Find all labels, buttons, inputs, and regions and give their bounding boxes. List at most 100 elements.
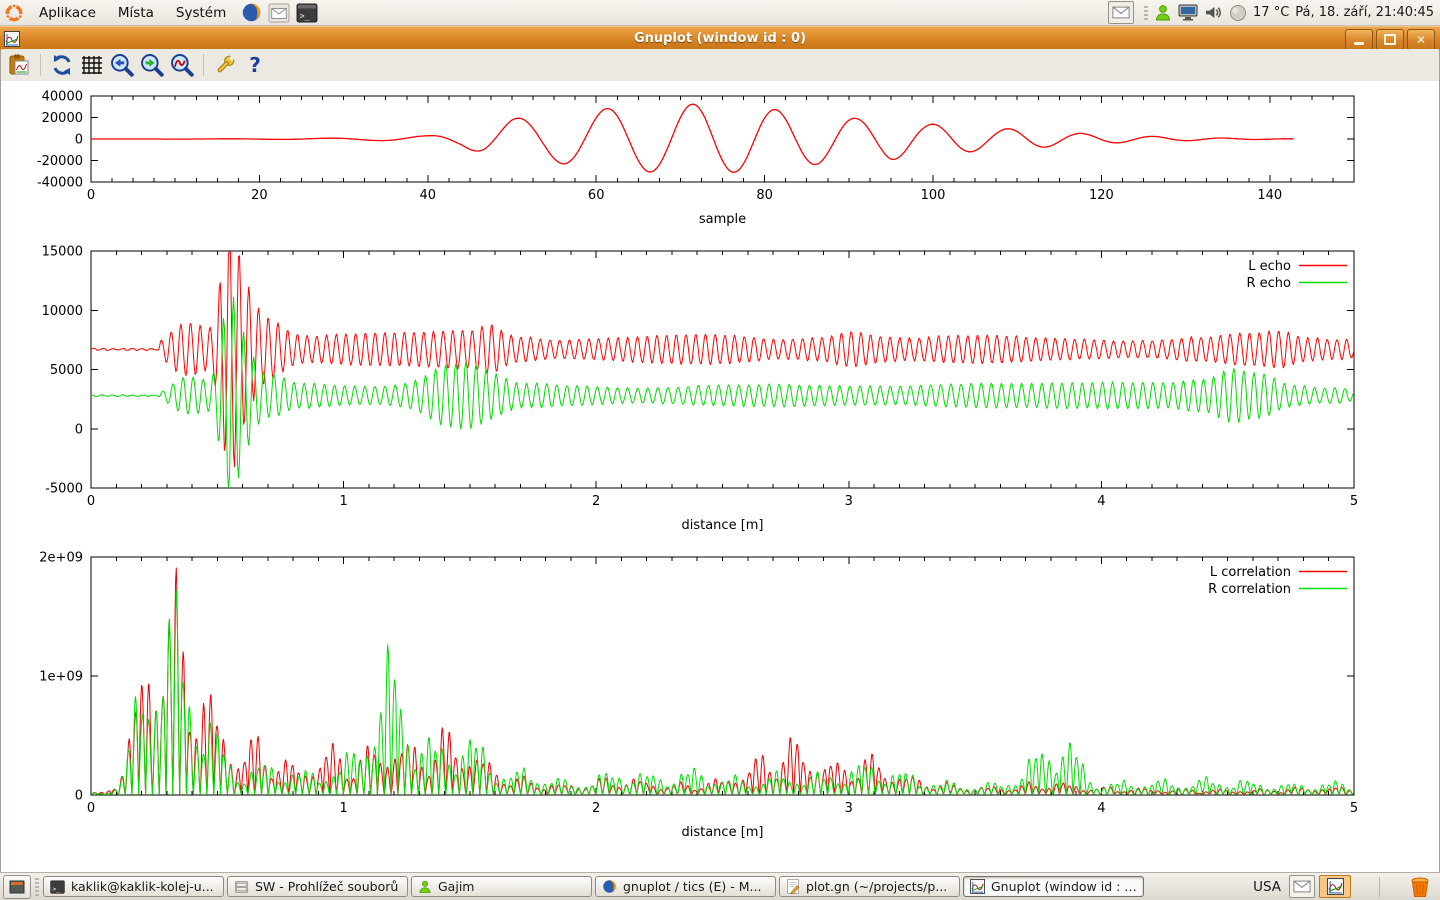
svg-text:4: 4	[1097, 801, 1105, 816]
svg-text:140: 140	[1257, 188, 1282, 203]
menu-aplikace[interactable]: Aplikace	[28, 0, 107, 25]
window-title: Gnuplot (window id : 0)	[0, 31, 1440, 46]
ubuntu-logo-icon[interactable]	[3, 2, 25, 24]
chart-0: 020406080100120140-40000-200000200004000…	[37, 90, 1354, 228]
firefox-launcher[interactable]	[240, 2, 262, 24]
svg-text:L echo: L echo	[1248, 259, 1291, 274]
svg-text:3: 3	[845, 801, 853, 816]
series-l-echo	[91, 252, 1354, 467]
zoom-previous-icon	[109, 52, 135, 78]
svg-text:2e+09: 2e+09	[39, 551, 83, 566]
clock-label[interactable]: Pá, 18. září, 21:40:45	[1295, 5, 1434, 20]
svg-text:40: 40	[420, 188, 437, 203]
svg-text:>_: >_	[53, 885, 61, 892]
file-manager-icon	[234, 880, 249, 894]
gajim-icon	[418, 880, 432, 894]
series-r-correlation	[91, 591, 1353, 795]
menu-system[interactable]: Systém	[165, 0, 237, 25]
task-label: kaklik@kaklik-kolej-u...	[71, 879, 214, 894]
weather-icon[interactable]	[1229, 4, 1247, 22]
taskbar-button-editor[interactable]: plot.gn (~/projects/p...	[779, 876, 960, 897]
autoscale-icon	[169, 52, 195, 78]
svg-text:15000: 15000	[42, 245, 83, 260]
display-icon[interactable]	[1178, 4, 1198, 21]
panel-tray: 17 °C Pá, 18. září, 21:40:45	[1108, 0, 1434, 25]
gnuplot-windowlist-button[interactable]	[1319, 875, 1351, 898]
zoom-next-icon	[139, 52, 165, 78]
chart-1: 012345-5000050001000015000distance [m]L …	[42, 245, 1359, 534]
terminal-icon: >_	[296, 3, 318, 23]
svg-text:1e+09: 1e+09	[39, 670, 83, 685]
mail-indicator-icon	[1112, 6, 1130, 19]
mail-launcher[interactable]	[268, 2, 290, 24]
zoom-previous-button[interactable]	[108, 51, 136, 79]
series-l-correlation	[91, 568, 1353, 794]
show-desktop-icon	[9, 880, 25, 894]
svg-text:40000: 40000	[42, 90, 83, 105]
gnuplot-icon	[1327, 878, 1344, 895]
svg-text:sample: sample	[699, 212, 746, 227]
copy-to-clipboard-button[interactable]	[5, 51, 33, 79]
keyboard-layout-indicator[interactable]: USA	[1253, 879, 1281, 895]
copy-to-clipboard-icon	[7, 53, 31, 77]
maximize-button[interactable]	[1376, 29, 1404, 50]
series-r-echo	[91, 297, 1354, 487]
chart-2: 01234501e+092e+09distance [m]L correlati…	[39, 551, 1358, 841]
taskbar-button-gnuplot[interactable]: Gnuplot (window id : 0)	[963, 876, 1144, 897]
minimize-icon	[1354, 42, 1364, 45]
toolbar: ?	[1, 49, 1439, 82]
gnuplot-window: Gnuplot (window id : 0) ✕	[0, 26, 1440, 873]
mail-indicator[interactable]	[1108, 1, 1134, 24]
tasklist-handle[interactable]	[35, 878, 39, 896]
autoscale-button[interactable]	[168, 51, 196, 79]
taskbar-button-gajim[interactable]: Gajim	[411, 876, 592, 897]
task-label: plot.gn (~/projects/p...	[806, 879, 947, 894]
svg-text:2: 2	[592, 801, 600, 816]
gnuplot-plots[interactable]: 020406080100120140-40000-200000200004000…	[1, 81, 1439, 873]
text-editor-icon	[786, 879, 800, 894]
task-label: Gnuplot (window id : 0)	[991, 879, 1137, 894]
taskbar: >_ kaklik@kaklik-kolej-u... SW - Prohlíž…	[0, 872, 1440, 900]
configure-button[interactable]	[211, 51, 239, 79]
svg-text:2: 2	[592, 494, 600, 509]
zoom-next-button[interactable]	[138, 51, 166, 79]
taskbar-button-firefox[interactable]: gnuplot / tics (E) - M...	[595, 876, 776, 897]
svg-text:?: ?	[249, 53, 261, 77]
mail-notification-button[interactable]	[1289, 875, 1315, 898]
mail-icon	[268, 3, 290, 23]
menubar: Aplikace Místa Systém	[28, 0, 237, 25]
svg-text:1: 1	[339, 801, 347, 816]
plot-canvas[interactable]: 020406080100120140-40000-200000200004000…	[1, 81, 1439, 873]
svg-text:0: 0	[87, 494, 95, 509]
svg-text:R echo: R echo	[1246, 276, 1291, 291]
replot-icon	[50, 53, 74, 77]
help-button[interactable]: ?	[241, 51, 269, 79]
volume-icon[interactable]	[1204, 4, 1223, 21]
svg-text:1: 1	[339, 494, 347, 509]
svg-text:>_: >_	[300, 10, 310, 20]
grid-icon	[80, 53, 104, 77]
menu-mista[interactable]: Místa	[107, 0, 165, 25]
series-chirp	[91, 104, 1293, 172]
svg-text:distance [m]: distance [m]	[681, 518, 763, 533]
desktop: Aplikace Místa Systém >_	[0, 0, 1440, 900]
taskbar-button-terminal[interactable]: >_ kaklik@kaklik-kolej-u...	[43, 876, 224, 897]
toggle-grid-button[interactable]	[78, 51, 106, 79]
terminal-launcher[interactable]: >_	[296, 2, 318, 24]
close-button[interactable]: ✕	[1407, 29, 1435, 50]
titlebar[interactable]: Gnuplot (window id : 0) ✕	[0, 26, 1440, 50]
replot-button[interactable]	[48, 51, 76, 79]
taskbar-button-file-manager[interactable]: SW - Prohlížeč souborů	[227, 876, 408, 897]
svg-text:4: 4	[1097, 494, 1105, 509]
svg-text:20000: 20000	[42, 111, 83, 126]
minimize-button[interactable]	[1345, 29, 1373, 50]
trash-icon	[1409, 876, 1431, 898]
terminal-icon: >_	[50, 880, 65, 894]
svg-text:0: 0	[75, 789, 83, 804]
ubuntu-logo-icon	[4, 3, 24, 23]
svg-text:-40000: -40000	[37, 176, 83, 191]
trash-applet[interactable]	[1408, 875, 1432, 899]
show-desktop-button[interactable]	[3, 875, 31, 899]
gajim-status-icon[interactable]	[1154, 4, 1172, 22]
gnuplot-icon	[970, 879, 985, 894]
